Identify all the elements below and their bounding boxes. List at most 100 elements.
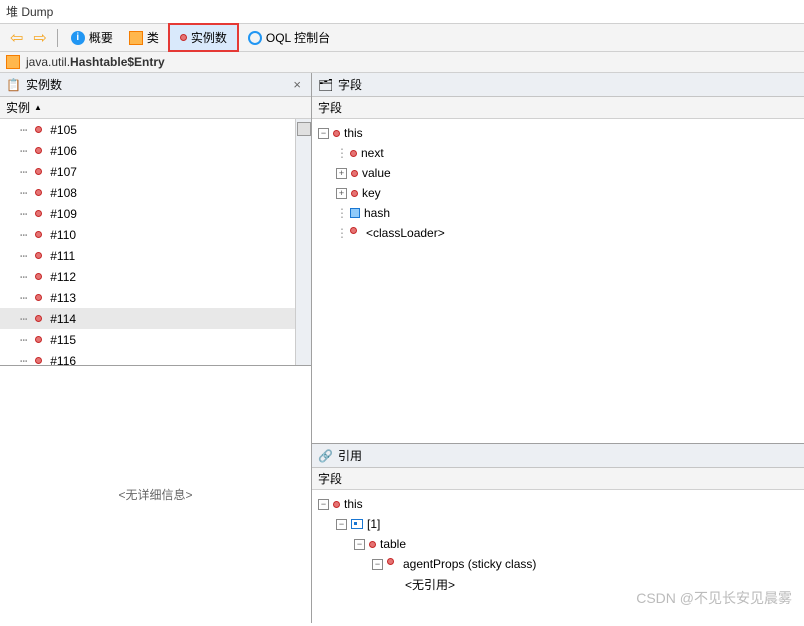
tree-line: ⋯ [20, 354, 27, 366]
instance-row[interactable]: ⋯#106 [0, 140, 311, 161]
instance-row[interactable]: ⋯#114 [0, 308, 311, 329]
instances-label: 实例数 [191, 29, 227, 46]
sticky-class-icon [387, 558, 399, 570]
field-label: key [362, 186, 381, 200]
refs-col-header[interactable]: 字段 [312, 468, 804, 490]
field-label: <classLoader> [366, 226, 445, 240]
fields-tree[interactable]: − this ⋮ next + value + key ⋮ [312, 119, 804, 443]
expander-icon[interactable]: − [318, 499, 329, 510]
classes-label: 类 [147, 29, 159, 46]
instance-dot-icon [35, 126, 42, 133]
oql-button[interactable]: OQL 控制台 [241, 25, 337, 50]
expander-icon[interactable]: − [336, 519, 347, 530]
field-value[interactable]: + value [318, 163, 798, 183]
field-label: this [344, 126, 363, 140]
instance-label: #112 [50, 270, 76, 284]
nav-forward-icon[interactable]: ⇨ [29, 28, 50, 48]
instance-dot-icon [35, 147, 42, 154]
summary-label: 概要 [89, 29, 113, 46]
instances-button[interactable]: 实例数 [168, 23, 239, 52]
fields-pane-title: 字段 [338, 76, 362, 93]
instance-label: #107 [50, 165, 77, 179]
expander-icon[interactable]: − [372, 559, 383, 570]
ref-agentprops[interactable]: − agentProps (sticky class) [318, 554, 798, 574]
expander-icon[interactable]: + [336, 188, 347, 199]
instances-col-header[interactable]: 实例 ▲ [0, 97, 311, 119]
tree-line: ⋯ [20, 333, 27, 347]
oql-label: OQL 控制台 [266, 29, 330, 46]
instance-row[interactable]: ⋯#111 [0, 245, 311, 266]
instances-pane-title: 实例数 [26, 76, 62, 93]
instance-row[interactable]: ⋯#110 [0, 224, 311, 245]
fields-pane-header: 🗂 字段 [312, 73, 804, 97]
ref-label: this [344, 497, 363, 511]
spacer [390, 579, 401, 590]
left-column: 📋 实例数 × 实例 ▲ ⋯#105⋯#106⋯#107⋯#108⋯#109⋯#… [0, 73, 312, 623]
tree-line: ⋮ [336, 146, 346, 160]
pane-icon: 📋 [6, 78, 20, 92]
class-icon [129, 31, 143, 45]
instance-label: #109 [50, 207, 77, 221]
instance-label: #116 [50, 354, 76, 366]
expander-icon[interactable]: − [318, 128, 329, 139]
field-classloader[interactable]: ⋮ <classLoader> [318, 223, 798, 243]
ref-label: table [380, 537, 406, 551]
instance-label: #111 [50, 249, 75, 263]
primitive-icon [350, 208, 360, 218]
instance-dot-icon [35, 168, 42, 175]
nav-back-icon[interactable]: ⇦ [6, 28, 27, 48]
ref-noref[interactable]: <无引用> [318, 574, 798, 594]
instance-row[interactable]: ⋯#115 [0, 329, 311, 350]
instance-dot-icon [350, 150, 357, 157]
instance-dot-icon [35, 315, 42, 322]
field-label: next [361, 146, 384, 160]
ref-array[interactable]: − [1] [318, 514, 798, 534]
ref-this[interactable]: − this [318, 494, 798, 514]
instance-dot-icon [35, 336, 42, 343]
detail-placeholder: <无详细信息> [118, 486, 192, 503]
instances-list[interactable]: ⋯#105⋯#106⋯#107⋯#108⋯#109⋯#110⋯#111⋯#112… [0, 119, 311, 365]
tree-line: ⋯ [20, 144, 27, 158]
tree-line: ⋯ [20, 186, 27, 200]
field-next[interactable]: ⋮ next [318, 143, 798, 163]
instance-row[interactable]: ⋯#109 [0, 203, 311, 224]
classpath-text: java.util.Hashtable$Entry [26, 55, 165, 69]
tree-line: ⋯ [20, 270, 27, 284]
field-hash[interactable]: ⋮ hash [318, 203, 798, 223]
instance-row[interactable]: ⋯#113 [0, 287, 311, 308]
summary-button[interactable]: i 概要 [64, 25, 120, 50]
instance-row[interactable]: ⋯#105 [0, 119, 311, 140]
instance-label: #105 [50, 123, 77, 137]
classpath-bar: java.util.Hashtable$Entry [0, 52, 804, 73]
expander-icon[interactable]: + [336, 168, 347, 179]
classes-button[interactable]: 类 [122, 25, 166, 50]
fields-col-header[interactable]: 字段 [312, 97, 804, 119]
tree-line: ⋮ [336, 206, 346, 220]
instance-dot-icon [180, 34, 187, 41]
refs-tree[interactable]: − this − [1] − table − agentProp [312, 490, 804, 623]
ref-table[interactable]: − table [318, 534, 798, 554]
instance-dot-icon [35, 294, 42, 301]
field-this[interactable]: − this [318, 123, 798, 143]
gutter-toggle-icon[interactable] [297, 122, 311, 136]
instance-row[interactable]: ⋯#107 [0, 161, 311, 182]
instance-dot-icon [35, 252, 42, 259]
col-header-label: 实例 [6, 99, 30, 116]
right-gutter [295, 119, 311, 365]
info-icon: i [71, 31, 85, 45]
instance-label: #110 [50, 228, 76, 242]
expander-icon[interactable]: − [354, 539, 365, 550]
classpath-prefix: java.util. [26, 55, 70, 69]
instance-label: #114 [50, 312, 76, 326]
instance-dot-icon [369, 541, 376, 548]
instance-row[interactable]: ⋯ #112 [0, 266, 311, 287]
refs-pane-title: 引用 [338, 447, 362, 464]
field-key[interactable]: + key [318, 183, 798, 203]
instance-row[interactable]: ⋯ #116 [0, 350, 311, 365]
refs-col-label: 字段 [318, 470, 342, 487]
instance-row[interactable]: ⋯#108 [0, 182, 311, 203]
fields-col-label: 字段 [318, 99, 342, 116]
content-area: 📋 实例数 × 实例 ▲ ⋯#105⋯#106⋯#107⋯#108⋯#109⋯#… [0, 73, 804, 623]
instance-dot-icon [35, 357, 42, 364]
close-icon[interactable]: × [289, 77, 305, 92]
